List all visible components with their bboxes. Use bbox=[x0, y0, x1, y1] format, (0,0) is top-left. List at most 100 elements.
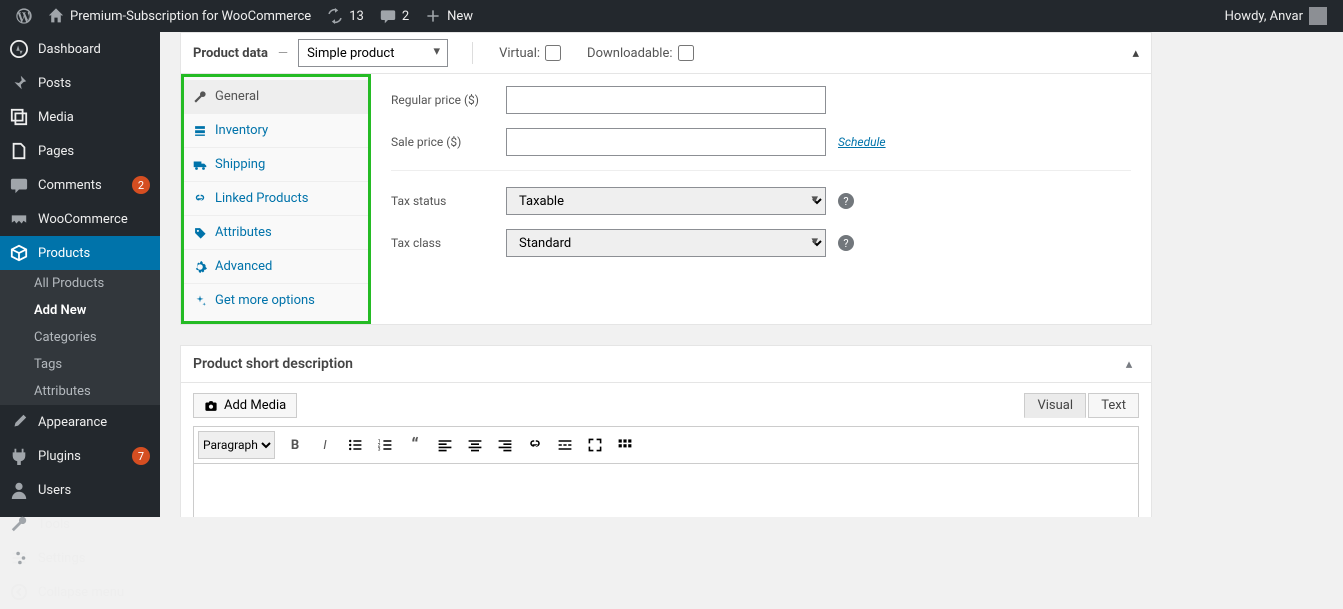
short-description-box: Product short description ▴ Add Media Vi… bbox=[180, 345, 1152, 517]
help-icon[interactable]: ? bbox=[838, 193, 854, 209]
menu-users[interactable]: Users bbox=[0, 473, 160, 507]
help-icon[interactable]: ? bbox=[838, 235, 854, 251]
comments-bubble[interactable]: 2 bbox=[372, 0, 417, 32]
sub-categories[interactable]: Categories bbox=[0, 324, 160, 351]
products-submenu: All Products Add New Categories Tags Att… bbox=[0, 270, 160, 405]
my-account[interactable]: Howdy, Anvar bbox=[1217, 0, 1335, 32]
italic-button[interactable]: I bbox=[311, 431, 339, 459]
align-left-button[interactable] bbox=[431, 431, 459, 459]
virtual-checkbox[interactable] bbox=[545, 45, 561, 61]
menu-plugins-label: Plugins bbox=[38, 449, 122, 464]
tab-attributes-label: Attributes bbox=[215, 225, 272, 240]
woocommerce-icon bbox=[10, 210, 28, 228]
tab-attributes[interactable]: Attributes bbox=[181, 216, 370, 250]
bold-button[interactable]: B bbox=[281, 431, 309, 459]
downloadable-toggle[interactable]: Downloadable: bbox=[587, 45, 693, 61]
tab-inventory[interactable]: Inventory bbox=[181, 114, 370, 148]
virtual-toggle[interactable]: Virtual: bbox=[499, 45, 561, 61]
fullscreen-icon bbox=[587, 437, 603, 453]
sub-attributes[interactable]: Attributes bbox=[0, 378, 160, 405]
product-type-select[interactable]: Simple product bbox=[298, 39, 448, 67]
product-data-box: Product data — Simple product Virtual: D… bbox=[180, 32, 1152, 325]
toolbar-toggle-button[interactable] bbox=[611, 431, 639, 459]
menu-appearance[interactable]: Appearance bbox=[0, 405, 160, 439]
virtual-label: Virtual: bbox=[499, 46, 540, 61]
schedule-link[interactable]: Schedule bbox=[838, 135, 886, 149]
menu-collapse[interactable]: Collapse menu bbox=[0, 575, 160, 609]
editor-tab-visual[interactable]: Visual bbox=[1024, 393, 1086, 418]
menu-tools-label: Tools bbox=[38, 517, 150, 532]
plus-icon bbox=[425, 8, 441, 24]
menu-comments-label: Comments bbox=[38, 178, 122, 193]
sale-price-input[interactable] bbox=[506, 128, 826, 156]
menu-pages-label: Pages bbox=[38, 144, 150, 159]
media-icon bbox=[10, 108, 28, 126]
tab-general[interactable]: General bbox=[181, 80, 370, 114]
updates[interactable]: 13 bbox=[319, 0, 372, 32]
tab-more-label: Get more options bbox=[215, 293, 315, 308]
tax-class-select[interactable]: Standard bbox=[506, 229, 826, 257]
insert-more-button[interactable] bbox=[551, 431, 579, 459]
menu-media[interactable]: Media bbox=[0, 100, 160, 134]
align-center-button[interactable] bbox=[461, 431, 489, 459]
tab-general-label: General bbox=[215, 89, 259, 104]
home-icon bbox=[48, 8, 64, 24]
kitchensink-icon bbox=[617, 437, 633, 453]
fullscreen-button[interactable] bbox=[581, 431, 609, 459]
menu-settings[interactable]: Settings bbox=[0, 541, 160, 575]
menu-posts[interactable]: Posts bbox=[0, 66, 160, 100]
tab-linked-label: Linked Products bbox=[215, 191, 308, 206]
blockquote-button[interactable]: “ bbox=[401, 431, 429, 459]
site-name[interactable]: Premium-Subscription for WooCommerce bbox=[40, 0, 319, 32]
toggle-product-data[interactable]: ▴ bbox=[1132, 46, 1139, 61]
tab-advanced[interactable]: Advanced bbox=[181, 250, 370, 284]
comments-badge: 2 bbox=[132, 176, 150, 194]
regular-price-input[interactable] bbox=[506, 86, 826, 114]
new-label: New bbox=[447, 9, 473, 24]
new-content[interactable]: New bbox=[417, 0, 481, 32]
menu-pages[interactable]: Pages bbox=[0, 134, 160, 168]
insert-link-button[interactable] bbox=[521, 431, 549, 459]
short-desc-title: Product short description bbox=[193, 356, 1119, 372]
sub-tags[interactable]: Tags bbox=[0, 351, 160, 378]
wp-logo[interactable] bbox=[8, 0, 40, 32]
readmore-icon bbox=[557, 437, 573, 453]
tab-get-more[interactable]: Get more options bbox=[181, 284, 370, 317]
menu-woocommerce-label: WooCommerce bbox=[38, 212, 150, 227]
editor-tab-text[interactable]: Text bbox=[1088, 393, 1139, 418]
add-media-label: Add Media bbox=[224, 398, 286, 413]
menu-dashboard[interactable]: Dashboard bbox=[0, 32, 160, 66]
format-select[interactable]: Paragraph bbox=[198, 431, 275, 459]
sub-add-new[interactable]: Add New bbox=[0, 297, 160, 324]
menu-plugins[interactable]: Plugins 7 bbox=[0, 439, 160, 473]
menu-comments[interactable]: Comments 2 bbox=[0, 168, 160, 202]
menu-woocommerce[interactable]: WooCommerce bbox=[0, 202, 160, 236]
sparkle-icon bbox=[193, 294, 207, 308]
product-data-label: Product data bbox=[193, 46, 268, 61]
number-list-button[interactable]: 123 bbox=[371, 431, 399, 459]
menu-tools[interactable]: Tools bbox=[0, 507, 160, 541]
menu-products-label: Products bbox=[38, 246, 150, 261]
comment-icon bbox=[10, 176, 28, 194]
wordpress-icon bbox=[16, 8, 32, 24]
editor-content-area[interactable] bbox=[193, 463, 1139, 517]
inventory-icon bbox=[193, 124, 207, 138]
bullet-list-button[interactable] bbox=[341, 431, 369, 459]
align-right-icon bbox=[497, 437, 513, 453]
align-right-button[interactable] bbox=[491, 431, 519, 459]
brush-icon bbox=[10, 413, 28, 431]
tax-status-select[interactable]: Taxable bbox=[506, 187, 826, 215]
plugin-icon bbox=[10, 447, 28, 465]
collapse-icon bbox=[10, 583, 28, 601]
downloadable-checkbox[interactable] bbox=[678, 45, 694, 61]
add-media-button[interactable]: Add Media bbox=[193, 393, 297, 418]
toggle-short-desc[interactable]: ▴ bbox=[1119, 354, 1139, 374]
tab-shipping[interactable]: Shipping bbox=[181, 148, 370, 182]
menu-media-label: Media bbox=[38, 110, 150, 125]
sub-all-products[interactable]: All Products bbox=[0, 270, 160, 297]
ul-icon bbox=[347, 437, 363, 453]
align-left-icon bbox=[437, 437, 453, 453]
align-center-icon bbox=[467, 437, 483, 453]
menu-products[interactable]: Products bbox=[0, 236, 160, 270]
tab-linked-products[interactable]: Linked Products bbox=[181, 182, 370, 216]
